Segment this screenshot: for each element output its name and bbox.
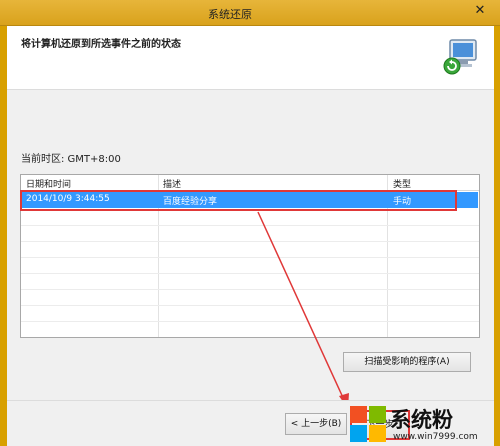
back-button[interactable]: < 上一步(B) <box>285 413 347 435</box>
watermark-text: 系统粉 <box>390 408 453 432</box>
windows-logo-icon <box>350 406 386 442</box>
watermark: 系统粉 www.win7999.com <box>346 402 496 446</box>
annotation-arrow <box>257 211 349 409</box>
watermark-url: www.win7999.com <box>393 432 478 442</box>
